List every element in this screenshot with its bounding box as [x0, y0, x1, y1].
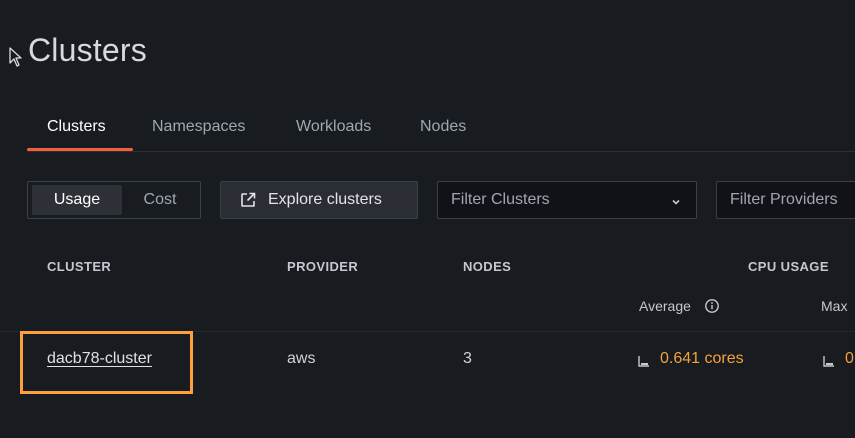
- bar-chart-icon: [823, 354, 835, 372]
- table-row: dacb78-cluster: [47, 350, 152, 368]
- info-icon[interactable]: [704, 298, 720, 319]
- tab-namespaces[interactable]: Namespaces: [152, 118, 245, 151]
- explore-clusters-button[interactable]: Explore clusters: [220, 181, 418, 219]
- toggle-usage[interactable]: Usage: [32, 185, 122, 215]
- toggle-cost[interactable]: Cost: [122, 185, 198, 215]
- column-header-cpu-average[interactable]: Average: [639, 298, 691, 314]
- bar-chart-icon: [638, 354, 650, 372]
- active-tab-indicator: [27, 148, 133, 151]
- filter-providers-placeholder: Filter Providers: [730, 191, 838, 208]
- view-toggle: Usage Cost: [27, 181, 201, 219]
- page-title: Clusters: [28, 32, 147, 68]
- tab-clusters[interactable]: Clusters: [27, 118, 133, 151]
- column-header-provider[interactable]: PROVIDER: [287, 259, 358, 274]
- nodes-cell: 3: [463, 350, 472, 367]
- cpu-average-value: 0.641 cores: [660, 350, 744, 367]
- explore-clusters-label: Explore clusters: [268, 191, 382, 208]
- column-header-cluster[interactable]: CLUSTER: [47, 259, 111, 274]
- column-header-cpu-usage: CPU USAGE: [748, 259, 829, 274]
- external-link-icon: [239, 191, 257, 214]
- column-header-cpu-max[interactable]: Max: [821, 298, 847, 314]
- filter-providers-select[interactable]: Filter Providers: [716, 181, 855, 219]
- provider-cell: aws: [287, 350, 316, 367]
- tab-nodes[interactable]: Nodes: [420, 118, 466, 151]
- tab-label: Clusters: [47, 118, 106, 135]
- filter-clusters-placeholder: Filter Clusters: [451, 191, 550, 208]
- filter-clusters-select[interactable]: Filter Clusters: [437, 181, 697, 219]
- mouse-cursor-icon: [9, 47, 23, 74]
- tab-bar: Clusters Namespaces Workloads Nodes: [27, 108, 855, 152]
- chevron-down-icon: [670, 195, 682, 213]
- cpu-max-value: 0: [845, 350, 854, 367]
- tab-workloads[interactable]: Workloads: [296, 118, 371, 151]
- cluster-name-link[interactable]: dacb78-cluster: [47, 350, 152, 367]
- column-header-nodes[interactable]: NODES: [463, 259, 511, 274]
